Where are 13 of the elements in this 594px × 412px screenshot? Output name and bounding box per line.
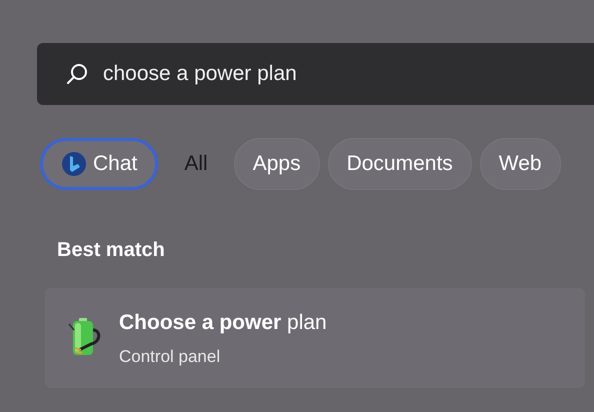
section-heading: Best match [57, 238, 166, 263]
filter-tab[interactable]: Documents [328, 138, 472, 190]
filter-tab[interactable]: Apps [234, 138, 320, 190]
filter-tab[interactable]: Chat [40, 138, 158, 190]
chat-logo-icon [61, 151, 87, 177]
search-icon [65, 62, 89, 86]
filter-tab[interactable]: All [166, 138, 226, 190]
search-text: choose a power plan [103, 61, 297, 88]
result-subtitle: Control panel [119, 346, 222, 368]
filter-tab[interactable]: Web [480, 138, 561, 190]
result-title: Choose a power plan [119, 310, 327, 336]
result-card[interactable]: Choose a power plan Control panel [45, 288, 585, 388]
search-field[interactable]: choose a power plan [37, 43, 594, 105]
